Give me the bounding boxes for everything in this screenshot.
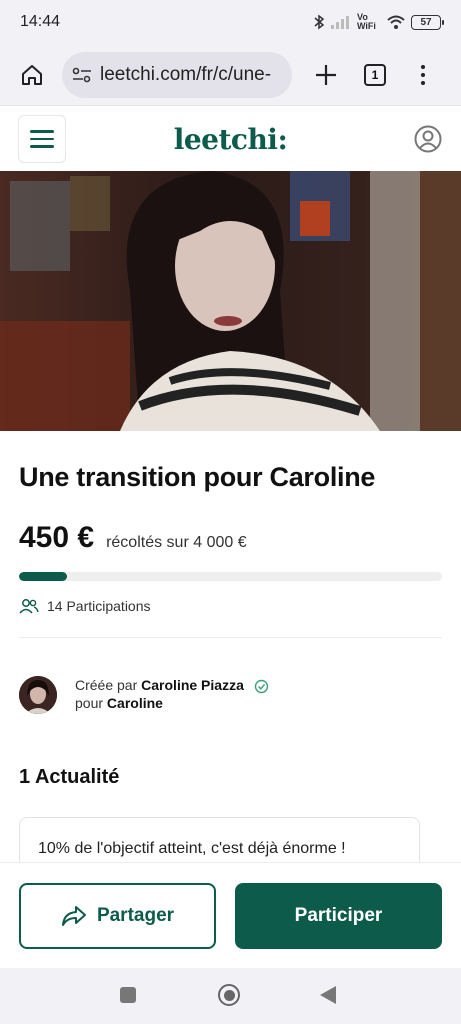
campaign-title: Une transition pour Caroline [19, 462, 376, 492]
home-button[interactable] [14, 57, 50, 93]
beneficiary-name: Caroline [106, 695, 163, 711]
user-circle-icon[interactable] [413, 124, 443, 154]
participations-count: 14 Participations [47, 598, 151, 614]
creator-text: Créée par Caroline Piazza pour Caroline [75, 676, 269, 712]
share-label: Partager [96, 905, 175, 926]
tune-icon[interactable] [72, 66, 92, 84]
home-nav-button[interactable] [218, 984, 240, 1006]
progress-fill [19, 572, 67, 581]
progress-bar [19, 572, 442, 581]
system-nav-bar [0, 968, 461, 1024]
amount-row: 450 € récoltés sur 4 000 € [19, 521, 247, 555]
for-label: pour [75, 695, 104, 711]
participate-button[interactable]: Participer [235, 883, 442, 949]
menu-icon[interactable] [18, 115, 66, 163]
check-circle-icon [254, 679, 268, 693]
news-item-text: 10% de l'objectif atteint, c'est déjà én… [38, 840, 346, 857]
back-button[interactable] [320, 986, 336, 1004]
bluetooth-icon [314, 14, 325, 30]
people-icon [19, 599, 39, 614]
site-logo[interactable]: leetchi: [0, 123, 461, 156]
wifi-icon [387, 15, 405, 29]
creator-name[interactable]: Caroline Piazza [141, 677, 244, 693]
status-bar: 14:44 Vo WiFi 57 [0, 0, 461, 44]
new-tab-button[interactable] [310, 59, 342, 91]
site-header: leetchi: [0, 107, 461, 171]
more-vert-icon[interactable] [418, 64, 428, 85]
tabs-icon: 1 [371, 67, 379, 82]
goal-text: récoltés sur 4 000 € [106, 534, 247, 551]
participations-link[interactable]: 14 Participations [19, 598, 151, 614]
campaign-hero-image [0, 171, 461, 431]
share-button[interactable]: Partager [19, 883, 216, 949]
home-icon [22, 64, 42, 85]
share-arrow-icon [61, 906, 86, 926]
signal-icon [331, 16, 349, 29]
creator-info: Créée par Caroline Piazza pour Caroline [19, 676, 269, 714]
avatar[interactable] [19, 676, 57, 714]
plus-icon [316, 64, 336, 85]
address-bar[interactable]: leetchi.com/fr/c/une- [62, 51, 292, 98]
collected-amount: 450 € [19, 521, 95, 554]
vowifi-label: Vo WiFi [357, 12, 376, 31]
status-time: 14:44 [20, 13, 61, 30]
action-bar: Partager Participer [0, 862, 461, 968]
hero-photo [0, 171, 461, 431]
url-text[interactable]: leetchi.com/fr/c/une- [100, 64, 271, 86]
tabs-button[interactable]: 1 [364, 63, 386, 86]
participate-label: Participer [294, 905, 383, 926]
created-by-label: Créée par [75, 677, 138, 693]
news-heading: 1 Actualité [19, 766, 120, 788]
recents-button[interactable] [120, 987, 136, 1003]
divider [19, 637, 442, 638]
battery-indicator: 57 [411, 14, 444, 30]
status-icons: Vo WiFi 57 [313, 12, 444, 31]
browser-toolbar: leetchi.com/fr/c/une- 1 [0, 44, 461, 106]
